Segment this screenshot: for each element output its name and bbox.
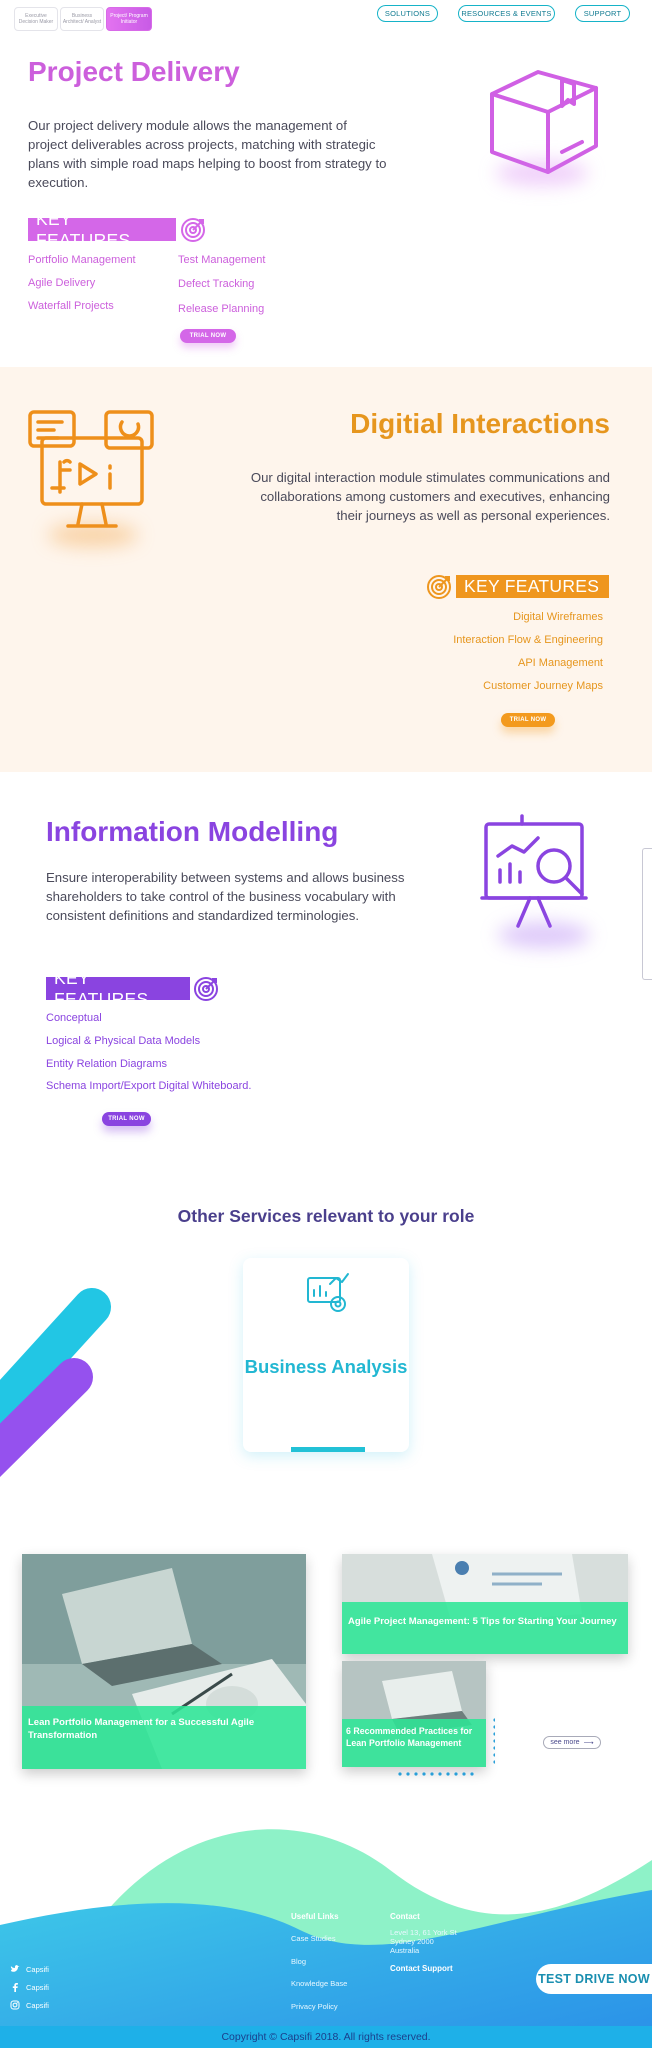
- address-line: Level 13, 61 York St: [390, 1928, 457, 1937]
- feature-item[interactable]: Interaction Flow & Engineering: [453, 634, 603, 646]
- contact-heading: Contact: [390, 1912, 420, 1921]
- role-tabs: Executive Decision Maker Business Archit…: [14, 7, 152, 31]
- test-drive-now-button[interactable]: TEST DRIVE NOW: [536, 1964, 652, 1994]
- copyright-brand: Capsifi 2018. All rights reserved.: [279, 2031, 431, 2043]
- feature-item[interactable]: Test Management: [178, 254, 265, 266]
- target-icon: [193, 976, 219, 1007]
- social-instagram[interactable]: Capsifi: [10, 2000, 49, 2010]
- see-more-button[interactable]: see more ⟶: [543, 1736, 601, 1749]
- social-label: Capsifi: [26, 1964, 49, 1974]
- footer: Useful Links Case Studies Blog Knowledge…: [0, 1800, 652, 2048]
- feature-item[interactable]: Portfolio Management: [28, 254, 136, 266]
- side-scroll-tab[interactable]: [642, 848, 652, 980]
- feature-item[interactable]: Release Planning: [178, 303, 264, 315]
- address-line: Australia: [390, 1946, 420, 1955]
- twitter-icon: [10, 1965, 20, 1972]
- information-modelling-description: Ensure interoperability between systems …: [46, 870, 405, 923]
- trial-now-button[interactable]: TRIAL NOW: [501, 713, 555, 727]
- feature-item[interactable]: Agile Delivery: [28, 277, 95, 289]
- card-accent-bar: [291, 1447, 365, 1452]
- feature-item[interactable]: Waterfall Projects: [28, 300, 114, 312]
- blog-post-title: Lean Portfolio Management for a Successf…: [22, 1706, 306, 1769]
- key-features-badge: KEY FEATURES: [456, 575, 609, 598]
- facebook-icon: [12, 1983, 18, 1992]
- nav-support-button[interactable]: SUPPORT: [575, 5, 630, 22]
- presentation-icon: [478, 812, 608, 962]
- dot-decoration: [398, 1718, 495, 1776]
- nav-resources-button[interactable]: RESOURCES & EVENTS: [458, 5, 555, 22]
- role-tab-business-architect[interactable]: Business Architect/ Analyst: [60, 7, 104, 31]
- feature-item[interactable]: API Management: [518, 657, 603, 669]
- digital-interactions-title: Digitial Interactions: [350, 408, 610, 439]
- monitor-icon: [26, 408, 156, 558]
- trial-now-button[interactable]: TRIAL NOW: [102, 1112, 151, 1126]
- box-icon: [478, 60, 608, 210]
- see-more-label: see more: [550, 1739, 580, 1746]
- feature-item[interactable]: Defect Tracking: [178, 278, 254, 290]
- social-label: Capsifi: [26, 1982, 49, 1992]
- role-tab-executive[interactable]: Executive Decision Maker: [14, 7, 58, 31]
- social-twitter[interactable]: Capsifi: [10, 1964, 49, 1974]
- address-line: Sydney 2000: [390, 1937, 434, 1946]
- project-delivery-title: Project Delivery: [28, 56, 240, 87]
- decorative-stripes: [0, 1288, 111, 1478]
- feature-item[interactable]: Customer Journey Maps: [483, 680, 603, 692]
- footer-link[interactable]: Knowledge Base: [291, 1979, 347, 1988]
- information-modelling-title: Information Modelling: [46, 816, 339, 847]
- feature-item[interactable]: Conceptual: [46, 1012, 102, 1024]
- footer-link[interactable]: Privacy Policy: [291, 2002, 338, 2011]
- digital-interactions-description: Our digital interaction module stimulate…: [250, 470, 610, 523]
- nav-solutions-button[interactable]: SOLUTIONS: [377, 5, 438, 22]
- social-facebook[interactable]: Capsifi: [10, 1982, 49, 1992]
- arrow-right-icon: ⟶: [583, 1739, 594, 1747]
- social-label: Capsifi: [26, 2000, 49, 2010]
- business-analysis-card[interactable]: Business Analysis: [243, 1258, 409, 1452]
- feature-item[interactable]: Logical & Physical Data Models: [46, 1035, 200, 1047]
- feature-item[interactable]: Digital Wireframes: [513, 611, 603, 623]
- business-analysis-title: Business Analysis: [244, 1356, 408, 1377]
- project-delivery-description: Our project delivery module allows the m…: [28, 118, 387, 190]
- copyright-bar: Copyright © Capsifi 2018. All rights res…: [0, 2026, 652, 2048]
- target-icon: [426, 574, 452, 605]
- blog-post-card[interactable]: Agile Project Management: 5 Tips for Sta…: [342, 1554, 628, 1654]
- contact-support-link[interactable]: Contact Support: [390, 1964, 453, 1973]
- feature-item[interactable]: Entity Relation Diagrams: [46, 1058, 167, 1070]
- top-bar: Executive Decision Maker Business Archit…: [0, 0, 652, 40]
- useful-links-heading: Useful Links: [291, 1912, 339, 1921]
- footer-link[interactable]: Case Studies: [291, 1934, 336, 1943]
- copyright-prefix: Copyright ©: [221, 2031, 280, 2043]
- instagram-icon: [10, 2000, 20, 2010]
- key-features-badge: KEY FEATURES: [28, 209, 176, 250]
- role-tab-project-initiator[interactable]: Project/ Program Initiator: [106, 7, 152, 31]
- target-icon: [180, 217, 206, 248]
- analytics-icon: [306, 1270, 352, 1321]
- trial-now-button[interactable]: TRIAL NOW: [180, 329, 236, 343]
- feature-item[interactable]: Schema Import/Export Digital Whiteboard.: [46, 1080, 251, 1092]
- blog-post-title: Agile Project Management: 5 Tips for Sta…: [342, 1602, 628, 1654]
- footer-link[interactable]: Blog: [291, 1957, 306, 1966]
- other-services-title: Other Services relevant to your role: [177, 1206, 475, 1226]
- key-features-badge: KEY FEATURES: [46, 968, 190, 1009]
- blog-post-card[interactable]: Lean Portfolio Management for a Successf…: [22, 1554, 306, 1769]
